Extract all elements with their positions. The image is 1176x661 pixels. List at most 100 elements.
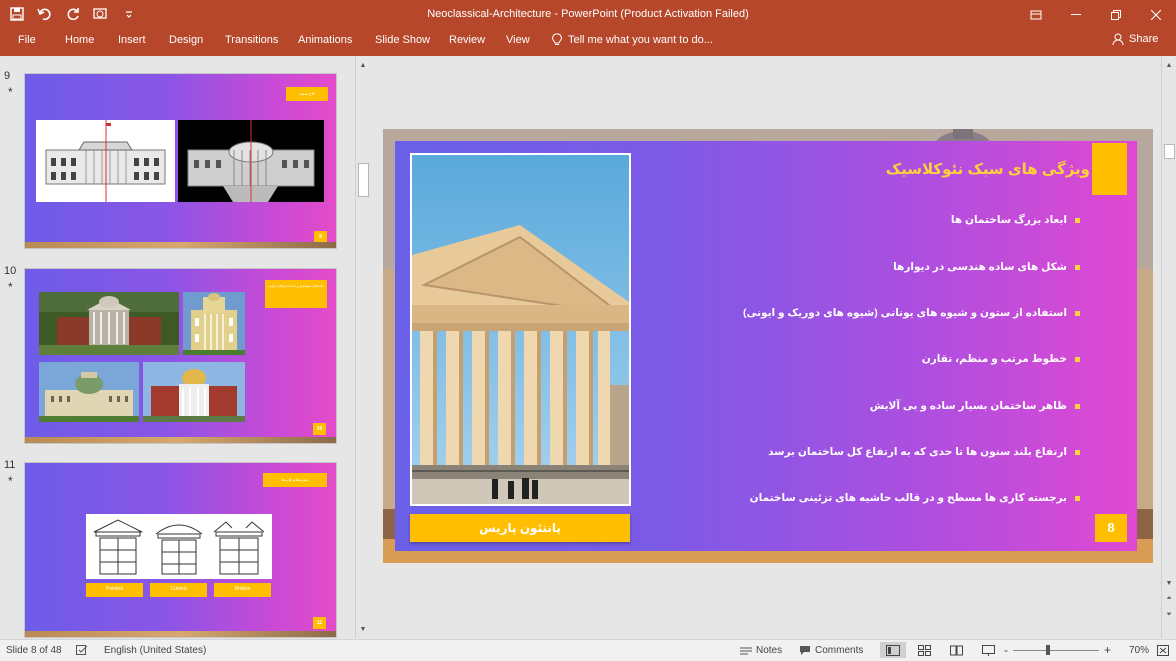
- slide-page-number: 8: [1095, 514, 1127, 542]
- bullet-item: برجسته کاری ها مسطح و در قالب حاشیه های …: [750, 492, 1080, 504]
- notes-button[interactable]: Notes: [740, 645, 782, 656]
- thumbnail-title-tag: خانه‌های مونتیچلو و ساختمان‌های دولتی: [265, 280, 327, 308]
- slide-sorter-icon[interactable]: [918, 645, 931, 656]
- image-caption[interactable]: پانتئون پاریس: [410, 514, 630, 542]
- bullet-text: ظاهر ساختمان بسیار ساده و بی آلایش: [869, 400, 1067, 412]
- bullet-marker-icon: [1075, 217, 1080, 223]
- animation-star-icon: *: [8, 474, 13, 488]
- comments-icon: [800, 646, 810, 655]
- notes-icon: [740, 647, 752, 654]
- tab-insert[interactable]: Insert: [118, 34, 146, 46]
- bullet-item: ارتفاع بلند ستون ها تا حدی که به ارتفاع …: [760, 446, 1080, 458]
- bullet-text: شکل های ساده هندسی در دیوارها: [893, 261, 1067, 273]
- bullet-text: ارتفاع بلند ستون ها تا حدی که به ارتفاع …: [768, 446, 1067, 458]
- thumbnail-page-number: 11: [313, 617, 326, 629]
- window-title: Neoclassical-Architecture - PowerPoint (…: [427, 8, 749, 20]
- zoom-out-button[interactable]: -: [1004, 643, 1008, 657]
- thumbnail-title-tag: کاخ سفید: [286, 87, 328, 101]
- title-accent-bar: [1092, 143, 1127, 195]
- bullet-marker-icon: [1075, 310, 1080, 316]
- scrollbar-thumb[interactable]: [1164, 144, 1175, 159]
- zoom-level[interactable]: 70%: [1129, 645, 1149, 656]
- share-button[interactable]: Share: [1112, 33, 1158, 45]
- pantheon-paris-image[interactable]: [410, 153, 631, 506]
- bullet-marker-icon: [1075, 403, 1080, 409]
- tab-transitions[interactable]: Transitions: [225, 34, 278, 46]
- comments-label: Comments: [815, 645, 864, 656]
- status-bar: Slide 8 of 48 English (United States) No…: [0, 639, 1176, 661]
- lightbulb-icon: [552, 33, 562, 45]
- thumbnail-title-tag: پنجره‌ها و قاب‌ها: [263, 473, 327, 487]
- slide-thumbnail-10[interactable]: خانه‌های مونتیچلو و ساختمان‌های دولتی: [24, 268, 337, 444]
- ribbon-display-options-icon[interactable]: [1016, 0, 1056, 30]
- bullet-text: ابعاد بزرگ ساختمان ها: [950, 214, 1067, 226]
- zoom-slider-knob[interactable]: [1046, 645, 1050, 655]
- state-capitol-image: [39, 362, 139, 422]
- monticello-image: [39, 292, 179, 355]
- thumbnail-label-curved: Curved: [150, 583, 207, 597]
- window-types-image: [86, 514, 272, 579]
- restore-icon[interactable]: [1096, 0, 1136, 30]
- thumbnail-bottom-strip: [25, 437, 336, 443]
- white-house-front-image: [36, 120, 175, 202]
- bullet-text: برجسته کاری ها مسطح و در قالب حاشیه های …: [749, 492, 1067, 504]
- yellow-building-image: [183, 292, 245, 355]
- tab-review[interactable]: Review: [449, 34, 485, 46]
- tab-file[interactable]: File: [18, 34, 36, 46]
- scroll-up-icon[interactable]: ▲: [357, 58, 369, 72]
- scroll-down-icon[interactable]: ▼: [357, 622, 369, 636]
- zoom-in-button[interactable]: +: [1104, 643, 1111, 657]
- thumbnail-bottom-strip: [25, 242, 336, 248]
- slide-thumbnail-11[interactable]: پنجره‌ها و قاب‌ها Pointed Curved Broken …: [24, 462, 337, 638]
- tab-home[interactable]: Home: [65, 34, 94, 46]
- scroll-down-icon[interactable]: ▼: [1163, 576, 1175, 590]
- notes-label: Notes: [756, 645, 783, 656]
- bullet-marker-icon: [1075, 495, 1080, 501]
- scrollbar-thumb[interactable]: [358, 163, 369, 197]
- animation-star-icon: *: [8, 85, 13, 99]
- thumbnail-label-broken: Broken: [214, 583, 271, 597]
- thumbnail-bottom-strip: [25, 631, 336, 637]
- bullet-item: ظاهر ساختمان بسیار ساده و بی آلایش: [760, 400, 1080, 412]
- bullet-item: خطوط مرتب و منظم، تقارن: [760, 353, 1080, 365]
- tab-design[interactable]: Design: [169, 34, 203, 46]
- tab-view[interactable]: View: [506, 34, 530, 46]
- thumbnails-scrollbar[interactable]: ▲ ▼: [355, 56, 370, 638]
- thumbnail-label-pointed: Pointed: [86, 583, 143, 597]
- window-controls: [1016, 0, 1176, 30]
- state-house-image: [143, 362, 245, 422]
- tab-slide-show[interactable]: Slide Show: [375, 34, 430, 46]
- person-icon: [1112, 33, 1124, 45]
- fit-to-window-icon[interactable]: [1157, 645, 1169, 656]
- minimize-icon[interactable]: [1056, 0, 1096, 30]
- tell-me-box[interactable]: Tell me what you want to do...: [552, 33, 713, 46]
- zoom-slider-track[interactable]: [1013, 650, 1099, 651]
- bullet-marker-icon: [1075, 356, 1080, 362]
- slide-show-icon[interactable]: [982, 645, 995, 656]
- slide-counter[interactable]: Slide 8 of 48: [6, 645, 62, 656]
- slide-scrollbar[interactable]: ▲ ▼ ⏶ ⏷: [1161, 56, 1176, 638]
- comments-button[interactable]: Comments: [799, 645, 863, 656]
- bullet-item: ابعاد بزرگ ساختمان ها: [760, 214, 1080, 226]
- bullet-text: استفاده از ستون و شیوه های یونانی (شیوه …: [742, 307, 1067, 319]
- share-label: Share: [1129, 33, 1159, 45]
- scroll-up-icon[interactable]: ▲: [1163, 58, 1175, 72]
- white-house-rear-image: [178, 120, 324, 202]
- reading-view-icon[interactable]: [950, 645, 963, 656]
- slide-title[interactable]: ویژگی های سبک نئوکلاسیک: [860, 160, 1090, 178]
- bullet-item: شکل های ساده هندسی در دیوارها: [760, 261, 1080, 273]
- thumbnail-number: 10: [4, 265, 17, 277]
- spell-check-icon[interactable]: [76, 645, 88, 656]
- thumbnail-page-number: 10: [313, 423, 326, 435]
- normal-view-icon[interactable]: [880, 642, 906, 658]
- tell-me-text: Tell me what you want to do...: [568, 33, 713, 46]
- bullet-marker-icon: [1075, 449, 1080, 455]
- previous-slide-icon[interactable]: ⏶: [1163, 592, 1175, 606]
- slide-thumbnail-9[interactable]: کاخ سفید 9: [24, 73, 337, 249]
- thumbnail-number: 11: [4, 459, 16, 471]
- language-indicator[interactable]: English (United States): [104, 645, 206, 656]
- close-icon[interactable]: [1136, 0, 1176, 30]
- next-slide-icon[interactable]: ⏷: [1163, 608, 1175, 622]
- thumbnail-number: 9: [4, 70, 11, 82]
- tab-animations[interactable]: Animations: [298, 34, 352, 46]
